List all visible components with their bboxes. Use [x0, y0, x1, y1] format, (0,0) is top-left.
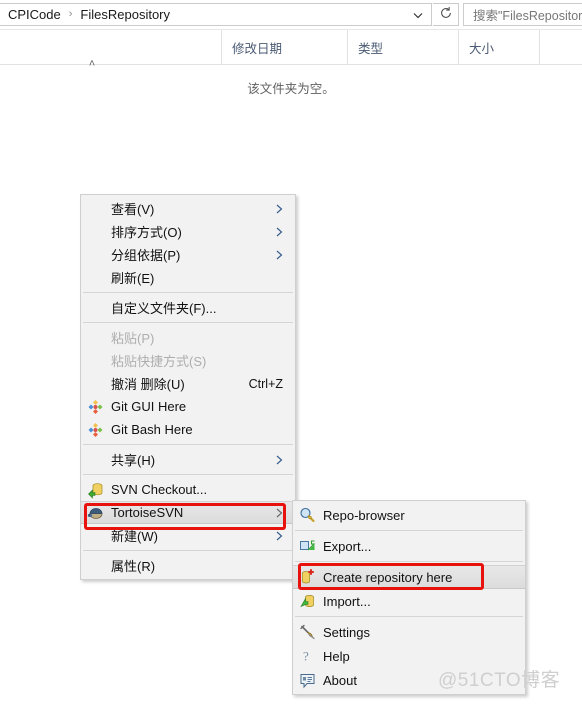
submenu-separator [295, 561, 523, 562]
menu-item-paste-shortcut: 粘贴快捷方式(S) [81, 349, 295, 372]
chevron-down-icon[interactable] [411, 8, 425, 22]
menu-item-label: 共享(H) [111, 453, 156, 468]
menu-item-group-by[interactable]: 分组依据(P) [81, 243, 295, 266]
submenu-separator [295, 616, 523, 617]
menu-item-label: 粘贴(P) [111, 331, 155, 346]
chevron-right-icon [275, 454, 284, 466]
menu-item-label: 查看(V) [111, 202, 155, 217]
refresh-icon [439, 6, 453, 23]
submenu-item-export[interactable]: Export... [293, 534, 525, 558]
menu-item-refresh[interactable]: 刷新(E) [81, 266, 295, 289]
menu-item-label: 自定义文件夹(F)... [111, 301, 217, 316]
submenu-item-repo-browser[interactable]: Repo-browser [293, 503, 525, 527]
menu-item-label: 新建(W) [111, 529, 158, 544]
menu-item-sort-by[interactable]: 排序方式(O) [81, 220, 295, 243]
chevron-right-icon [275, 507, 284, 519]
menu-item-label: 属性(R) [111, 559, 156, 574]
menu-item-git-bash-here[interactable]: Git Bash Here [81, 418, 295, 441]
export-icon [299, 538, 316, 555]
submenu-item-label: Help [323, 648, 350, 664]
chevron-right-icon [275, 249, 284, 261]
column-header-size[interactable]: 大小 [458, 30, 538, 64]
menu-separator [83, 322, 293, 323]
chevron-right-icon [275, 203, 284, 215]
menu-item-customize-folder[interactable]: 自定义文件夹(F)... [81, 296, 295, 319]
menu-item-shortcut: Ctrl+Z [248, 376, 283, 391]
column-header-row: ˄ 修改日期 类型 大小 [0, 30, 582, 70]
menu-item-new[interactable]: 新建(W) [81, 524, 295, 547]
menu-item-label: 粘贴快捷方式(S) [111, 354, 207, 369]
column-header-date-modified[interactable]: 修改日期 [221, 30, 336, 64]
menu-item-share[interactable]: 共享(H) [81, 448, 295, 471]
settings-icon [299, 624, 316, 641]
explorer-window: CPICode › FilesRepository 搜索"FilesReposi… [0, 0, 582, 705]
address-bar: CPICode › FilesRepository 搜索"FilesReposi… [0, 0, 582, 30]
menu-item-tortoisesvn[interactable]: TortoiseSVN [81, 501, 295, 524]
svg-text:?: ? [303, 649, 309, 664]
create-repo-icon [299, 569, 316, 586]
submenu-item-settings[interactable]: Settings [293, 620, 525, 644]
submenu-item-label: Repo-browser [323, 507, 405, 523]
submenu-item-label: Settings [323, 624, 370, 640]
menu-item-paste: 粘贴(P) [81, 326, 295, 349]
breadcrumb-item-root[interactable]: CPICode [0, 4, 63, 25]
repo-browser-icon [299, 507, 316, 524]
about-icon [299, 672, 316, 689]
svn-checkout-icon [87, 481, 104, 499]
breadcrumb-item-current[interactable]: FilesRepository [78, 4, 172, 25]
refresh-button[interactable] [433, 3, 459, 26]
explorer-context-menu[interactable]: 查看(V) 排序方式(O) 分组依据(P) 刷新(E) 自定义文件夹(F)... [80, 194, 296, 580]
menu-item-properties[interactable]: 属性(R) [81, 554, 295, 577]
empty-folder-message: 该文件夹为空。 [247, 82, 335, 96]
chevron-right-icon [275, 226, 284, 238]
submenu-item-create-repository-here[interactable]: Create repository here [293, 565, 525, 589]
menu-item-undo-delete[interactable]: 撤消 删除(U) Ctrl+Z [81, 372, 295, 395]
watermark: @51CTO博客 [438, 670, 561, 691]
breadcrumb-separator-icon: › [68, 8, 73, 20]
help-icon: ? [299, 648, 316, 665]
chevron-right-icon [275, 530, 284, 542]
submenu-item-import[interactable]: Import... [293, 589, 525, 613]
git-icon [87, 421, 104, 438]
submenu-item-label: Import... [323, 593, 371, 609]
search-input[interactable]: 搜索"FilesRepositor [463, 3, 582, 26]
column-header-extra[interactable] [539, 30, 582, 64]
column-header-type[interactable]: 类型 [347, 30, 457, 64]
menu-separator [83, 444, 293, 445]
menu-item-label: 撤消 删除(U) [111, 377, 185, 392]
menu-item-label: TortoiseSVN [111, 505, 184, 520]
menu-item-label: 刷新(E) [111, 271, 155, 286]
menu-item-view[interactable]: 查看(V) [81, 197, 295, 220]
submenu-item-label: Create repository here [323, 569, 453, 585]
git-icon [87, 398, 104, 415]
import-icon [299, 593, 316, 610]
sort-ascending-icon: ˄ [88, 58, 96, 70]
menu-item-label: SVN Checkout... [111, 482, 208, 497]
menu-item-label: Git GUI Here [111, 399, 187, 414]
menu-item-label: 分组依据(P) [111, 248, 181, 263]
submenu-item-label: About [323, 672, 357, 688]
menu-item-label: Git Bash Here [111, 422, 193, 437]
menu-item-git-gui-here[interactable]: Git GUI Here [81, 395, 295, 418]
submenu-separator [295, 530, 523, 531]
menu-item-svn-checkout[interactable]: SVN Checkout... [81, 478, 295, 501]
tortoise-icon [87, 504, 104, 521]
breadcrumb[interactable]: CPICode › FilesRepository [0, 3, 432, 26]
menu-separator [83, 474, 293, 475]
submenu-item-label: Export... [323, 538, 372, 554]
menu-item-label: 排序方式(O) [111, 225, 182, 240]
menu-separator [83, 292, 293, 293]
menu-separator [83, 550, 293, 551]
search-placeholder-text: 搜索"FilesRepositor [473, 9, 582, 23]
